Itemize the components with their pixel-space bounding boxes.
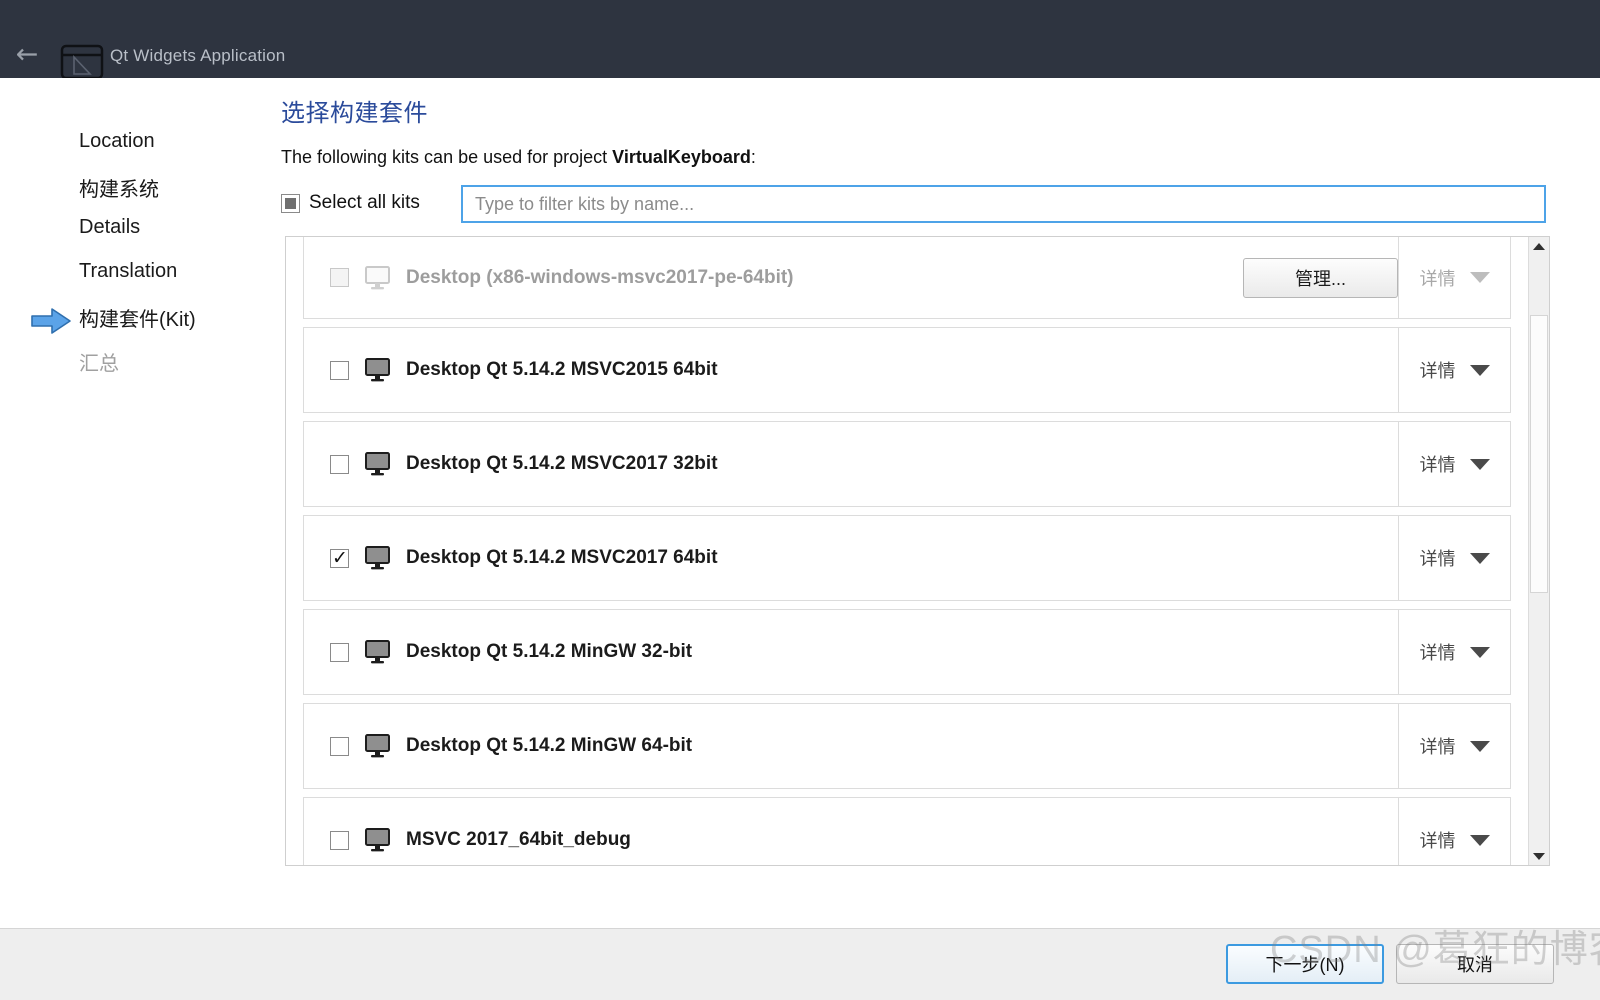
kit-checkbox[interactable] <box>330 360 349 380</box>
sidebar-item-location[interactable]: Location <box>79 130 155 153</box>
scroll-down-button[interactable] <box>1529 847 1549 865</box>
chevron-down-icon <box>1469 834 1490 846</box>
kit-row[interactable]: Desktop Qt 5.14.2 MinGW 64-bit 详情 <box>303 703 1511 789</box>
kit-label: Desktop (x86-windows-msvc2017-pe-64bit) <box>406 266 794 288</box>
window-titlebar: ← Qt Widgets Application <box>0 0 1600 78</box>
kit-row[interactable]: Desktop Qt 5.14.2 MSVC2017 64bit 详情 <box>303 515 1511 601</box>
kit-checkbox <box>330 268 349 287</box>
wizard-sidebar: Location 构建系统 Details Translation 构建套件(K… <box>0 78 270 928</box>
kit-label: Desktop Qt 5.14.2 MSVC2015 64bit <box>406 359 718 380</box>
chevron-down-icon <box>1469 364 1490 376</box>
kit-list-viewport: Desktop (x86-windows-msvc2017-pe-64bit) … <box>286 237 1529 865</box>
sidebar-item-summary: 汇总 <box>79 353 119 375</box>
kit-details-toggle[interactable]: 详情 <box>1398 422 1510 506</box>
sidebar-item-build-system[interactable]: 构建系统 <box>79 173 159 202</box>
kit-row-main[interactable]: MSVC 2017_64bit_debug <box>304 828 1398 852</box>
desktop-monitor-icon <box>365 828 390 852</box>
kit-details-toggle[interactable]: 详情 <box>1398 704 1510 788</box>
kit-details-label: 详情 <box>1419 831 1456 851</box>
cancel-button[interactable]: 取消 <box>1396 944 1554 984</box>
kit-checkbox[interactable] <box>330 736 349 756</box>
kit-row-main[interactable]: Desktop Qt 5.14.2 MSVC2017 64bit <box>304 546 1398 570</box>
sidebar-item-translation[interactable]: Translation <box>79 260 177 283</box>
chevron-down-icon <box>1469 740 1490 752</box>
select-all-label: Select all kits <box>309 192 420 213</box>
kit-row-main[interactable]: Desktop Qt 5.14.2 MSVC2017 32bit <box>304 452 1398 476</box>
kit-details-toggle[interactable]: 详情 <box>1398 610 1510 694</box>
kit-selection-dialog: ← Qt Widgets Application Location 构建系统 D… <box>0 0 1600 1000</box>
chevron-down-icon <box>1469 552 1490 564</box>
desktop-monitor-icon <box>365 265 390 289</box>
kit-details-label: 详情 <box>1419 455 1456 475</box>
kit-details-label: 详情 <box>1419 643 1456 663</box>
kit-row-main[interactable]: Desktop (x86-windows-msvc2017-pe-64bit) <box>304 265 1243 290</box>
dialog-footer: 下一步(N) 取消 <box>0 928 1600 1000</box>
kit-label: Desktop Qt 5.14.2 MinGW 64-bit <box>406 735 693 756</box>
qt-window-icon <box>60 44 104 78</box>
kit-row[interactable]: Desktop (x86-windows-msvc2017-pe-64bit) … <box>303 237 1511 319</box>
kit-checkbox[interactable] <box>330 830 349 850</box>
next-button[interactable]: 下一步(N) <box>1226 944 1384 984</box>
kit-checkbox[interactable] <box>330 642 349 662</box>
description-prefix: The following kits can be used for proje… <box>281 147 613 167</box>
desktop-monitor-icon <box>365 452 390 476</box>
blue-right-arrow-icon <box>31 308 71 334</box>
kit-row[interactable]: MSVC 2017_64bit_debug 详情 <box>303 797 1511 865</box>
manage-kits-button[interactable]: 管理... <box>1243 257 1398 298</box>
kit-label: MSVC 2017_64bit_debug <box>406 829 631 850</box>
kit-checkbox[interactable] <box>330 454 349 474</box>
kit-checkbox[interactable] <box>330 546 349 570</box>
desktop-monitor-icon <box>365 640 390 664</box>
kit-details-toggle[interactable]: 详情 <box>1398 516 1510 600</box>
window-title: Qt Widgets Application <box>110 46 286 65</box>
scroll-down-arrow-icon <box>1533 852 1545 860</box>
kit-label: Desktop Qt 5.14.2 MSVC2017 32bit <box>406 453 718 474</box>
project-name: VirtualKeyboard <box>612 147 751 167</box>
scroll-up-arrow-icon <box>1533 242 1545 250</box>
chevron-down-icon <box>1469 272 1490 283</box>
kit-row-main[interactable]: Desktop Qt 5.14.2 MinGW 64-bit <box>304 734 1398 758</box>
desktop-monitor-icon <box>365 546 390 570</box>
chevron-down-icon <box>1469 458 1490 470</box>
scroll-up-button[interactable] <box>1529 237 1549 255</box>
desktop-monitor-icon <box>365 358 390 382</box>
kit-filter-input[interactable] <box>461 185 1546 223</box>
kit-details-label: 详情 <box>1419 268 1456 289</box>
kit-details-toggle[interactable]: 详情 <box>1398 237 1510 318</box>
sidebar-item-details[interactable]: Details <box>79 216 140 239</box>
kit-row[interactable]: Desktop Qt 5.14.2 MSVC2017 32bit 详情 <box>303 421 1511 507</box>
kit-label: Desktop Qt 5.14.2 MinGW 32-bit <box>406 641 693 662</box>
scrollbar-thumb[interactable] <box>1530 315 1548 593</box>
kit-list: Desktop (x86-windows-msvc2017-pe-64bit) … <box>285 236 1550 866</box>
kit-row-main[interactable]: Desktop Qt 5.14.2 MSVC2015 64bit <box>304 358 1398 382</box>
kit-list-scrollbar[interactable] <box>1528 237 1549 865</box>
kit-details-label: 详情 <box>1419 737 1456 757</box>
kit-details-toggle[interactable]: 详情 <box>1398 798 1510 865</box>
kit-row[interactable]: Desktop Qt 5.14.2 MinGW 32-bit 详情 <box>303 609 1511 695</box>
kit-details-label: 详情 <box>1419 361 1456 381</box>
kit-row-main[interactable]: Desktop Qt 5.14.2 MinGW 32-bit <box>304 640 1398 664</box>
kit-details-toggle[interactable]: 详情 <box>1398 328 1510 412</box>
kit-row[interactable]: Desktop Qt 5.14.2 MSVC2015 64bit 详情 <box>303 327 1511 413</box>
select-all-checkbox[interactable] <box>281 193 300 213</box>
kit-label: Desktop Qt 5.14.2 MSVC2017 64bit <box>406 547 718 568</box>
sidebar-item-kits[interactable]: 构建套件(Kit) <box>79 303 196 332</box>
kit-details-label: 详情 <box>1419 549 1456 569</box>
description-suffix: : <box>750 147 756 167</box>
desktop-monitor-icon <box>365 734 390 758</box>
back-arrow-icon[interactable]: ← <box>10 41 44 70</box>
chevron-down-icon <box>1469 646 1490 658</box>
page-description: The following kits can be used for proje… <box>281 147 756 168</box>
select-all-kits-row[interactable]: Select all kits <box>281 192 420 214</box>
page-title: 选择构建套件 <box>281 100 428 127</box>
